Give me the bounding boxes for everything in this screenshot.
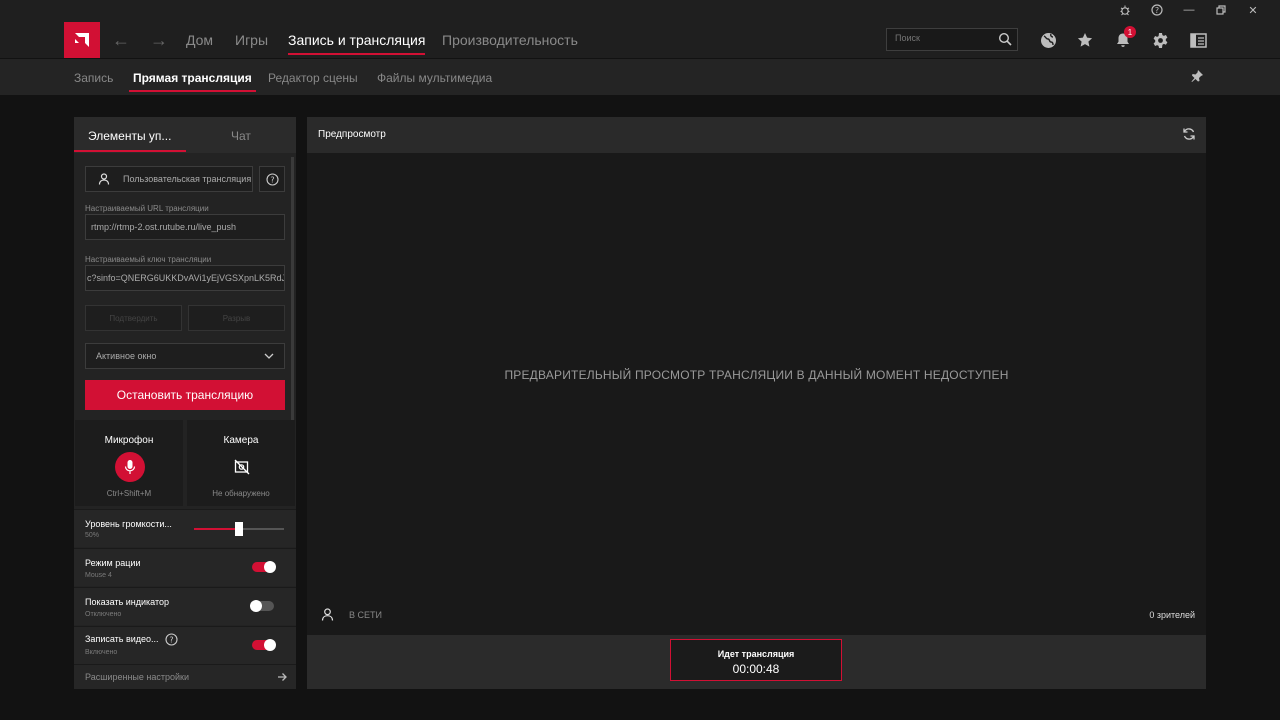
- stream-url-label: Настраиваемый URL трансляции: [85, 204, 209, 213]
- record-video-status: Включено: [85, 649, 118, 656]
- tab-controls[interactable]: Элементы уп...: [88, 129, 171, 143]
- amd-logo-icon: [75, 33, 89, 47]
- preview-unavailable-message: ПРЕДВАРИТЕЛЬНЫЙ ПРОСМОТР ТРАНСЛЯЦИИ В ДА…: [504, 368, 1009, 382]
- stream-status-label: Идет трансляция: [717, 649, 795, 659]
- volume-title: Уровень громкости...: [85, 519, 172, 529]
- push-to-talk-setting: Режим рации Mouse 4: [74, 548, 296, 586]
- subnav-scene-editor[interactable]: Редактор сцены: [268, 71, 358, 85]
- arrow-right-icon: [278, 673, 287, 681]
- capture-source-value: Активное окно: [96, 351, 157, 361]
- svg-text:?: ?: [270, 175, 274, 184]
- minimize-button[interactable]: —: [1180, 2, 1198, 18]
- confirm-button[interactable]: Подтвердить: [85, 305, 182, 331]
- close-button[interactable]: ✕: [1244, 2, 1262, 18]
- microphone-shortcut: Ctrl+Shift+M: [106, 489, 152, 498]
- camera-title: Камера: [223, 435, 259, 446]
- stop-stream-button[interactable]: Остановить трансляцию: [85, 380, 285, 410]
- advanced-settings-link[interactable]: Расширенные настройки: [85, 672, 189, 682]
- notification-badge: 1: [1124, 26, 1136, 38]
- bell-icon[interactable]: 1: [1113, 26, 1136, 50]
- camera-box: Камера Не обнаружено: [187, 420, 295, 506]
- gear-icon[interactable]: [1150, 30, 1170, 50]
- search-box[interactable]: [886, 28, 1018, 51]
- sub-navigation: Запись Прямая трансляция Редактор сцены …: [0, 59, 1280, 95]
- record-video-setting: Записать видео... ? Включено: [74, 626, 296, 664]
- refresh-icon[interactable]: [1182, 127, 1196, 141]
- stream-timer-box: Идет трансляция 00:00:48: [670, 639, 842, 681]
- stream-status-bar: Идет трансляция 00:00:48: [307, 635, 1206, 689]
- show-indicator-status: Отключено: [85, 611, 122, 618]
- toggle-knob: [250, 600, 262, 612]
- show-indicator-title: Показать индикатор: [85, 597, 170, 607]
- star-icon[interactable]: [1075, 30, 1095, 50]
- search-input[interactable]: [895, 33, 995, 43]
- show-indicator-setting: Показать индикатор Отключено: [74, 587, 296, 625]
- svg-text:?: ?: [169, 636, 173, 645]
- record-video-toggle[interactable]: [252, 639, 276, 651]
- restore-icon[interactable]: [1212, 2, 1230, 18]
- volume-slider[interactable]: [194, 522, 284, 536]
- volume-slider-fill: [194, 528, 239, 530]
- push-to-talk-title: Режим рации: [85, 558, 141, 568]
- svg-text:?: ?: [1155, 6, 1159, 15]
- back-arrow-icon[interactable]: ←: [112, 30, 130, 51]
- preview-panel: Предпросмотр ПРЕДВАРИТЕЛЬНЫЙ ПРОСМОТР ТР…: [307, 117, 1206, 689]
- stream-url-input[interactable]: rtmp://rtmp-2.ost.rutube.ru/live_push: [85, 214, 285, 240]
- camera-status: Не обнаружено: [212, 489, 270, 498]
- preview-header: Предпросмотр: [307, 117, 1206, 153]
- nav-item-record-stream[interactable]: Запись и трансляция: [288, 32, 426, 55]
- stream-elapsed-time: 00:00:48: [732, 662, 780, 676]
- nav-item-games[interactable]: Игры: [235, 32, 268, 48]
- bug-icon[interactable]: [1116, 2, 1134, 18]
- advanced-settings-row[interactable]: Расширенные настройки: [74, 664, 296, 689]
- push-to-talk-key: Mouse 4: [85, 572, 112, 579]
- subnav-record[interactable]: Запись: [74, 71, 113, 85]
- viewer-user-icon: [321, 608, 334, 621]
- tab-chat[interactable]: Чат: [231, 129, 251, 143]
- help-button[interactable]: ?: [259, 166, 285, 192]
- help-icon: ?: [265, 172, 279, 186]
- help-icon[interactable]: ?: [1148, 2, 1166, 18]
- subnav-live-stream[interactable]: Прямая трансляция: [129, 71, 256, 92]
- microphone-icon: [124, 460, 136, 474]
- globe-icon[interactable]: [1038, 30, 1058, 50]
- toggle-knob: [264, 561, 276, 573]
- layout-panel-icon[interactable]: [1188, 30, 1208, 50]
- forward-arrow-icon[interactable]: →: [150, 30, 168, 51]
- nav-item-home[interactable]: Дом: [186, 32, 213, 48]
- info-icon[interactable]: ?: [165, 633, 178, 646]
- user-icon: [98, 173, 110, 185]
- panel-tabs: Элементы уп... Чат: [74, 117, 296, 153]
- microphone-title: Микрофон: [104, 435, 154, 446]
- pin-icon[interactable]: [1190, 69, 1204, 88]
- disconnect-button[interactable]: Разрыв: [188, 305, 285, 331]
- preview-title: Предпросмотр: [318, 129, 386, 140]
- camera-off-icon[interactable]: [233, 458, 251, 476]
- stream-service-select[interactable]: Пользовательская трансляция: [85, 166, 253, 192]
- volume-setting: Уровень громкости... 50%: [74, 509, 296, 547]
- chevron-down-icon: [264, 353, 274, 359]
- window-controls: ? — ✕: [1116, 2, 1262, 18]
- nav-item-performance[interactable]: Производительность: [442, 32, 578, 48]
- amd-logo[interactable]: [64, 22, 100, 58]
- stream-key-input[interactable]: c?sinfo=QNERG6UKKDvAVi1yEjVGSXpnLK5RdJz: [85, 265, 285, 291]
- online-status: В СЕТИ: [349, 610, 382, 620]
- microphone-box: Микрофон Ctrl+Shift+M: [75, 420, 183, 506]
- show-indicator-toggle[interactable]: [250, 600, 274, 612]
- active-tab-indicator: [74, 150, 186, 152]
- record-video-title: Записать видео...: [85, 634, 159, 644]
- microphone-toggle-button[interactable]: [115, 452, 145, 482]
- stream-service-label: Пользовательская трансляция: [123, 174, 252, 184]
- search-icon[interactable]: [998, 32, 1012, 46]
- title-bar: ? — ✕ ← → Дом Игры Запись и трансляция П…: [0, 0, 1280, 58]
- volume-value: 50%: [85, 532, 100, 539]
- stream-key-label: Настраиваемый ключ трансляции: [85, 255, 212, 264]
- stream-controls-panel: Элементы уп... Чат Пользовательская тран…: [74, 117, 296, 689]
- capture-source-select[interactable]: Активное окно: [85, 343, 285, 369]
- viewer-count: 0 зрителей: [1149, 610, 1195, 620]
- subnav-media-files[interactable]: Файлы мультимедиа: [377, 71, 492, 85]
- push-to-talk-toggle[interactable]: [252, 561, 276, 573]
- toggle-knob: [264, 639, 276, 651]
- volume-slider-thumb[interactable]: [235, 522, 243, 536]
